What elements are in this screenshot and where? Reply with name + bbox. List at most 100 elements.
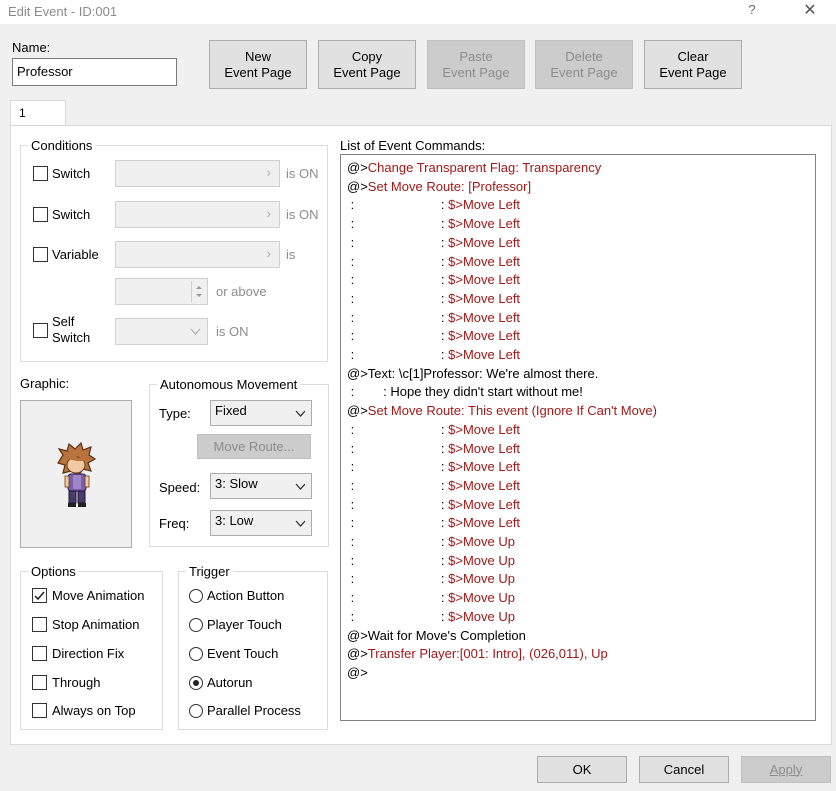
character-sprite-icon — [57, 441, 97, 507]
command-line[interactable]: : : $>Move Left — [347, 271, 520, 289]
command-line[interactable]: @>Change Transparent Flag: Transparency — [347, 159, 601, 177]
option-checkbox[interactable] — [32, 703, 47, 718]
command-line[interactable]: : : Hope they didn't start without me! — [347, 383, 583, 401]
switch2-label: Switch — [52, 207, 91, 222]
copy-event-page-button[interactable]: Copy Event Page — [318, 40, 416, 89]
trigger-radio[interactable] — [189, 589, 203, 603]
command-line[interactable]: @> — [347, 664, 368, 682]
cancel-button[interactable]: Cancel — [639, 756, 729, 783]
option-checkbox[interactable] — [32, 588, 47, 603]
button-label: Clear Event Page — [659, 49, 726, 81]
chevron-down-icon — [295, 483, 305, 490]
command-line[interactable]: : : $>Move Up — [347, 570, 515, 588]
command-line[interactable]: : : $>Move Left — [347, 496, 520, 514]
type-select[interactable]: Fixed — [210, 400, 312, 426]
self-switch-suffix: is ON — [216, 324, 249, 339]
command-line[interactable]: : : $>Move Left — [347, 514, 520, 532]
trigger-label: Player Touch — [207, 617, 282, 632]
command-line[interactable]: : : $>Move Left — [347, 458, 520, 476]
command-line[interactable]: : : $>Move Left — [347, 196, 520, 214]
command-line[interactable]: : : $>Move Left — [347, 215, 520, 233]
switch1-checkbox[interactable] — [33, 166, 48, 181]
event-command-list[interactable]: @>Change Transparent Flag: Transparency @… — [340, 154, 816, 721]
conditions-title: Conditions — [28, 138, 96, 153]
command-line[interactable]: : : $>Move Left — [347, 309, 520, 327]
self-switch-checkbox[interactable] — [33, 323, 48, 338]
apply-button[interactable]: Apply — [741, 756, 831, 783]
command-line[interactable]: @>Text: \c[1]Professor: We're almost the… — [347, 365, 598, 383]
command-line[interactable]: : : $>Move Left — [347, 327, 520, 345]
switch2-select[interactable]: › — [115, 201, 280, 228]
options-title: Options — [28, 564, 79, 579]
variable-value-spinner[interactable] — [115, 278, 208, 305]
option-label: Stop Animation — [52, 617, 140, 632]
command-line[interactable]: : : $>Move Left — [347, 440, 520, 458]
command-prefix: @> — [347, 627, 368, 643]
self-switch-select[interactable] — [115, 318, 208, 345]
clear-event-page-button[interactable]: Clear Event Page — [644, 40, 742, 89]
command-line[interactable]: @>Wait for Move's Completion — [347, 627, 526, 645]
name-input[interactable]: Professor — [12, 58, 177, 86]
command-line[interactable]: : : $>Move Up — [347, 552, 515, 570]
command-prefix: : : — [347, 590, 449, 606]
command-line[interactable]: : : $>Move Left — [347, 290, 520, 308]
command-line[interactable]: @>Transfer Player:[001: Intro], (026,011… — [347, 645, 608, 663]
variable-checkbox[interactable] — [33, 247, 48, 262]
command-line[interactable]: : : $>Move Left — [347, 234, 520, 252]
speed-select[interactable]: 3: Slow — [210, 473, 312, 499]
variable-suffix: is — [286, 247, 296, 262]
option-checkbox[interactable] — [32, 617, 47, 632]
spinner-buttons[interactable] — [191, 281, 205, 302]
command-prefix: : : — [347, 534, 449, 549]
command-text: $>Move Left — [448, 477, 521, 493]
spinner-arrows-icon — [196, 286, 202, 297]
paste-event-page-button[interactable]: Paste Event Page — [427, 40, 525, 89]
command-text: $>Move Up — [448, 608, 515, 624]
trigger-radio[interactable] — [189, 647, 203, 661]
command-text: $>Move Left — [448, 515, 521, 531]
command-line[interactable]: : : $>Move Left — [347, 346, 520, 364]
command-text: $>Move Left — [448, 459, 521, 475]
freq-select[interactable]: 3: Low — [210, 510, 312, 536]
command-prefix: : : — [347, 290, 449, 306]
command-prefix: @> — [347, 646, 368, 662]
new-event-page-button[interactable]: New Event Page — [209, 40, 307, 89]
option-checkbox[interactable] — [32, 646, 47, 661]
command-prefix: : : — [347, 608, 449, 624]
switch1-select[interactable]: › — [115, 160, 280, 187]
trigger-title: Trigger — [186, 564, 233, 579]
option-checkbox[interactable] — [32, 675, 47, 690]
command-prefix: @> — [347, 664, 368, 680]
command-line[interactable]: : : $>Move Up — [347, 589, 515, 607]
command-text: Text: \c[1]Professor: We're almost there… — [367, 365, 599, 381]
command-line[interactable]: : : $>Move Left — [347, 253, 520, 271]
move-route-button[interactable]: Move Route... — [197, 434, 311, 459]
switch2-checkbox[interactable] — [33, 207, 48, 222]
command-prefix: : : — [347, 234, 449, 250]
type-label: Type: — [159, 406, 191, 421]
button-label-line2: Event Page — [224, 64, 292, 80]
tab-page-1[interactable]: 1 — [10, 100, 66, 126]
ok-button[interactable]: OK — [537, 756, 627, 783]
trigger-radio[interactable] — [189, 676, 203, 690]
command-line[interactable]: : : $>Move Left — [347, 477, 520, 495]
trigger-radio[interactable] — [189, 618, 203, 632]
close-icon[interactable]: ✕ — [796, 0, 824, 22]
command-line[interactable]: : : $>Move Left — [347, 421, 520, 439]
command-prefix: : : — [347, 515, 449, 531]
graphic-preview[interactable] — [20, 400, 132, 548]
command-text: : Hope they didn't start without me! — [383, 384, 583, 400]
variable-select[interactable]: › — [115, 241, 280, 268]
command-line[interactable]: @>Set Move Route: [Professor] — [347, 178, 531, 196]
command-prefix: @> — [347, 160, 368, 175]
trigger-radio[interactable] — [189, 704, 203, 718]
command-prefix: : : — [347, 552, 449, 568]
graphic-label: Graphic: — [20, 376, 70, 391]
delete-event-page-button[interactable]: Delete Event Page — [535, 40, 633, 89]
help-button[interactable]: ? — [740, 0, 764, 22]
command-line[interactable]: : : $>Move Up — [347, 608, 515, 626]
command-line[interactable]: : : $>Move Up — [347, 533, 515, 551]
command-text: Change Transparent Flag: Transparency — [367, 160, 602, 175]
command-text: $>Move Up — [448, 534, 515, 549]
command-line[interactable]: @>Set Move Route: This event (Ignore If … — [347, 402, 657, 420]
